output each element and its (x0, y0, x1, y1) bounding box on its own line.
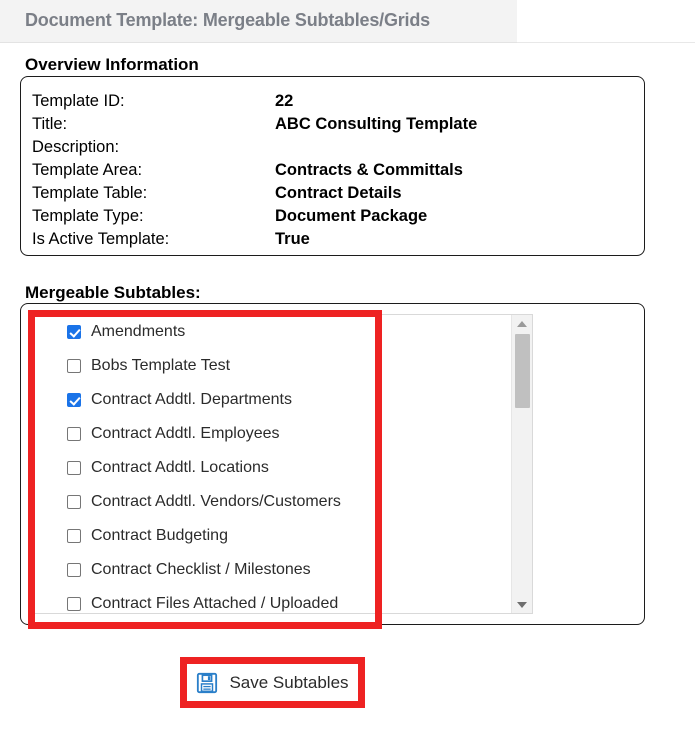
overview-row: Template ID: 22 (32, 90, 477, 113)
list-item[interactable]: Contract Addtl. Locations (34, 451, 512, 485)
overview-field-value: 22 (275, 92, 294, 110)
list-item[interactable]: Contract Addtl. Departments (34, 383, 512, 417)
overview-row: Template Table: Contract Details (32, 182, 477, 205)
list-item[interactable]: Contract Addtl. Employees (34, 417, 512, 451)
subtables-list-panel: Amendments Bobs Template Test Contract Add… (33, 314, 533, 614)
floppy-disk-save-icon (197, 672, 218, 693)
overview-row: Title: ABC Consulting Template (32, 113, 477, 136)
list-item[interactable]: Contract Budgeting (34, 519, 512, 553)
subtable-label: Amendments (91, 323, 186, 340)
subtable-label: Contract Addtl. Departments (91, 391, 292, 408)
overview-field-label: Template Area: (32, 161, 143, 179)
subtables-scrollbar[interactable] (511, 315, 532, 613)
list-item[interactable]: Amendments (34, 315, 512, 349)
scroll-down-arrow-button[interactable] (512, 596, 532, 613)
list-item[interactable]: Contract Addtl. Vendors/Customers (34, 485, 512, 519)
scrollbar-thumb[interactable] (515, 334, 530, 408)
save-subtables-label: Save Subtables (229, 672, 349, 692)
list-item[interactable]: Contract Checklist / Milestones (34, 553, 512, 587)
subtable-checkbox[interactable] (67, 359, 81, 373)
list-item[interactable]: Bobs Template Test (34, 349, 512, 383)
subtable-checkbox[interactable] (67, 495, 81, 509)
subtable-label: Contract Files Attached / Uploaded (91, 595, 339, 612)
subtable-label: Contract Addtl. Locations (91, 459, 269, 476)
subtables-checkbox-list[interactable]: Amendments Bobs Template Test Contract Add… (34, 315, 512, 613)
overview-field-value: True (275, 230, 310, 248)
subtables-section-label: Mergeable Subtables: (25, 283, 201, 302)
overview-field-label: Is Active Template: (32, 230, 170, 248)
overview-field-value: Document Package (275, 207, 428, 225)
overview-field-label: Title: (32, 115, 68, 133)
overview-row: Description: (32, 136, 477, 159)
triangle-down-icon (517, 601, 527, 608)
overview-field-label: Template Table: (32, 184, 148, 202)
triangle-up-icon (517, 320, 527, 327)
subtable-checkbox[interactable] (67, 393, 81, 407)
page-title: Document Template: Mergeable Subtables/G… (25, 10, 430, 30)
overview-information-panel: Template ID: 22 Title: ABC Consulting Templ… (20, 76, 645, 256)
subtable-checkbox[interactable] (67, 427, 81, 441)
overview-row: Template Type: Document Package (32, 205, 477, 228)
subtable-label: Contract Addtl. Vendors/Customers (91, 493, 341, 510)
save-subtables-button[interactable]: Save Subtables (187, 664, 358, 701)
overview-field-value (275, 136, 477, 159)
overview-field-value: Contract Details (275, 184, 402, 202)
overview-row: Template Area: Contracts & Committals (32, 159, 477, 182)
overview-row: Is Active Template: True (32, 228, 477, 251)
subtable-label: Contract Budgeting (91, 527, 228, 544)
subtable-checkbox[interactable] (67, 529, 81, 543)
subtable-checkbox[interactable] (67, 461, 81, 475)
subtable-checkbox[interactable] (67, 597, 81, 611)
overview-field-value: Contracts & Committals (275, 161, 463, 179)
overview-field-label: Template ID: (32, 92, 125, 110)
subtable-checkbox[interactable] (67, 563, 81, 577)
subtable-checkbox[interactable] (67, 325, 81, 339)
subtable-label: Contract Addtl. Employees (91, 425, 280, 442)
mergeable-subtables-panel: Amendments Bobs Template Test Contract Add… (20, 303, 645, 625)
subtable-label: Contract Checklist / Milestones (91, 561, 311, 578)
overview-field-value: ABC Consulting Template (275, 115, 478, 133)
overview-field-label: Description: (32, 138, 120, 156)
page-header-filler (517, 0, 695, 43)
subtable-label: Bobs Template Test (91, 357, 231, 374)
list-item[interactable]: Contract Files Attached / Uploaded (34, 587, 512, 613)
overview-table: Template ID: 22 Title: ABC Consulting Templ… (32, 90, 477, 251)
scroll-up-arrow-button[interactable] (512, 315, 532, 332)
overview-section-label: Overview Information (25, 55, 199, 74)
overview-field-label: Template Type: (32, 207, 144, 225)
